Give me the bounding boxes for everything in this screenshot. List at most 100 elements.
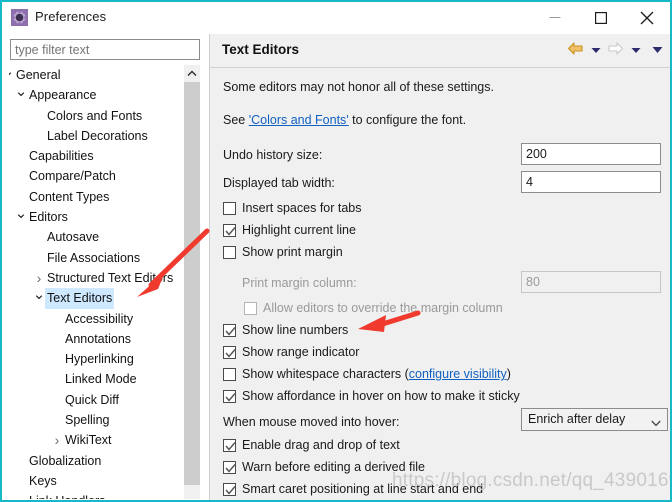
scroll-up-button[interactable]: [184, 65, 200, 82]
tree-item-label: Link Handlers: [27, 491, 107, 499]
insert-spaces-label: Insert spaces for tabs: [242, 201, 362, 215]
insert-spaces-checkbox[interactable]: [223, 202, 236, 215]
tree-item-label: Text Editors: [45, 288, 115, 309]
fonts-note-prefix: See: [223, 113, 249, 127]
chevron-down-icon[interactable]: ⌄: [32, 287, 46, 302]
tree-item-label: Keys: [29, 473, 57, 488]
window-title: Preferences: [35, 9, 107, 24]
tree-item-capabilities[interactable]: Capabilities: [9, 146, 201, 166]
configure-visibility-link[interactable]: configure visibility: [409, 367, 507, 381]
colors-and-fonts-link[interactable]: 'Colors and Fonts': [249, 113, 349, 127]
tree-item-general[interactable]: ⌄General: [9, 65, 201, 85]
allow-override-margin-checkbox: [244, 302, 257, 315]
warn-derived-file-label: Warn before editing a derived file: [242, 460, 425, 474]
hover-behavior-label: When mouse moved into hover:: [223, 415, 400, 429]
checkmark-icon: [225, 464, 236, 473]
tree-item-linked-mode[interactable]: Linked Mode: [9, 369, 201, 389]
tree-item-label: Editors: [29, 210, 68, 225]
tree-item-annotations[interactable]: Annotations: [9, 329, 201, 349]
hover-behavior-dropdown[interactable]: Enrich after delay: [521, 408, 668, 431]
tree-item-structured-text-editors[interactable]: › Structured Text Editors: [9, 268, 201, 288]
fonts-note: See 'Colors and Fonts' to configure the …: [223, 113, 466, 127]
tree-item-autosave[interactable]: Autosave: [9, 227, 201, 247]
tab-width-input[interactable]: [521, 171, 661, 193]
scrollbar-thumb[interactable]: [184, 82, 200, 485]
tree-item-content-types[interactable]: Content Types: [9, 187, 201, 207]
minimize-button[interactable]: [532, 2, 578, 33]
checkmark-icon: [225, 349, 236, 358]
tree-item-label: Hyperlinking: [65, 352, 134, 367]
chevron-right-icon[interactable]: ›: [50, 430, 64, 450]
tree-item-label: Globalization: [29, 453, 102, 468]
tree-item-label-decorations[interactable]: Label Decorations: [9, 126, 201, 146]
chevron-up-icon: [187, 70, 197, 77]
checkmark-icon: [225, 227, 236, 236]
checkmark-icon: [225, 393, 236, 402]
tree-item-label: Autosave: [47, 230, 100, 245]
view-menu-chevron-down-icon[interactable]: [652, 43, 663, 57]
title-bar: Preferences: [2, 2, 670, 34]
back-menu-chevron-down-icon[interactable]: [591, 43, 601, 57]
tree-item-link-handlers[interactable]: Link Handlers: [9, 491, 201, 499]
back-arrow-icon[interactable]: [567, 41, 584, 59]
tree-item-compare-patch[interactable]: Compare/Patch: [9, 166, 201, 186]
show-line-numbers-checkbox[interactable]: [223, 324, 236, 337]
forward-menu-chevron-down-icon[interactable]: [631, 43, 641, 57]
show-affordance-label: Show affordance in hover on how to make …: [242, 389, 520, 403]
tree-item-accessibility[interactable]: Accessibility: [9, 309, 201, 329]
smart-caret-label: Smart caret positioning at line start an…: [242, 482, 484, 496]
checkmark-icon: [225, 327, 236, 336]
tree-item-globalization[interactable]: Globalization: [9, 451, 201, 471]
tree-item-file-associations[interactable]: File Associations: [9, 248, 201, 268]
show-whitespace-checkbox[interactable]: [223, 368, 236, 381]
tree-item-editors[interactable]: ⌄ Editors: [9, 206, 201, 227]
enable-drag-drop-label: Enable drag and drop of text: [242, 438, 400, 452]
tab-width-label: Displayed tab width:: [223, 176, 335, 190]
tree-item-label: Capabilities: [29, 149, 94, 164]
close-button[interactable]: [624, 2, 670, 33]
preferences-tree[interactable]: ⌄General⌄AppearanceColors and FontsLabel…: [9, 65, 201, 499]
chevron-down-icon[interactable]: ⌄: [14, 206, 28, 221]
tree-item-label: Linked Mode: [65, 372, 137, 387]
smart-caret-checkbox[interactable]: [223, 483, 236, 496]
hover-behavior-value: Enrich after delay: [528, 412, 626, 426]
show-range-indicator-checkbox[interactable]: [223, 346, 236, 359]
tree-item-label: WikiText: [65, 433, 112, 448]
filter-input[interactable]: [10, 39, 200, 60]
tree-item-wikitext[interactable]: › WikiText: [9, 430, 201, 450]
tree-item-label: Annotations: [65, 331, 132, 346]
maximize-button[interactable]: [578, 2, 624, 33]
tree-item-text-editors[interactable]: ⌄ Text Editors: [9, 287, 201, 309]
panel-header: Text Editors: [210, 34, 670, 68]
tree-item-label: File Associations: [47, 250, 141, 265]
undo-history-label: Undo history size:: [223, 148, 323, 162]
show-whitespace-text: Show whitespace characters: [242, 367, 402, 381]
allow-override-margin-label: Allow editors to override the margin col…: [263, 301, 503, 315]
checkmark-icon: [225, 442, 236, 451]
tree-item-appearance[interactable]: ⌄ Appearance: [9, 84, 201, 105]
chevron-down-icon: [651, 416, 661, 430]
tree-item-label: Label Decorations: [47, 128, 148, 143]
tree-item-quick-diff[interactable]: Quick Diff: [9, 390, 201, 410]
tree-item-label: Content Types: [29, 189, 110, 204]
fonts-note-suffix: to configure the font.: [348, 113, 467, 127]
tree-item-colors-and-fonts[interactable]: Colors and Fonts: [9, 106, 201, 126]
preferences-dialog: Preferences ⌄General⌄AppearanceColors an…: [0, 0, 672, 502]
intro-text: Some editors may not honor all of these …: [223, 80, 494, 94]
warn-derived-file-checkbox[interactable]: [223, 461, 236, 474]
enable-drag-drop-checkbox[interactable]: [223, 439, 236, 452]
page-title: Text Editors: [222, 42, 300, 57]
highlight-current-line-checkbox[interactable]: [223, 224, 236, 237]
tree-item-keys[interactable]: Keys: [9, 471, 201, 491]
tree-item-spelling[interactable]: Spelling: [9, 410, 201, 430]
print-margin-column-label: Print margin column:: [242, 276, 357, 290]
chevron-right-icon[interactable]: ›: [32, 268, 46, 288]
tree-item-label: Appearance: [29, 88, 97, 103]
checkmark-icon: [225, 486, 236, 495]
show-print-margin-checkbox[interactable]: [223, 246, 236, 259]
show-affordance-checkbox[interactable]: [223, 390, 236, 403]
tree-scrollbar[interactable]: [184, 65, 200, 499]
chevron-down-icon[interactable]: ⌄: [14, 84, 28, 99]
undo-history-input[interactable]: [521, 143, 661, 165]
tree-item-hyperlinking[interactable]: Hyperlinking: [9, 349, 201, 369]
